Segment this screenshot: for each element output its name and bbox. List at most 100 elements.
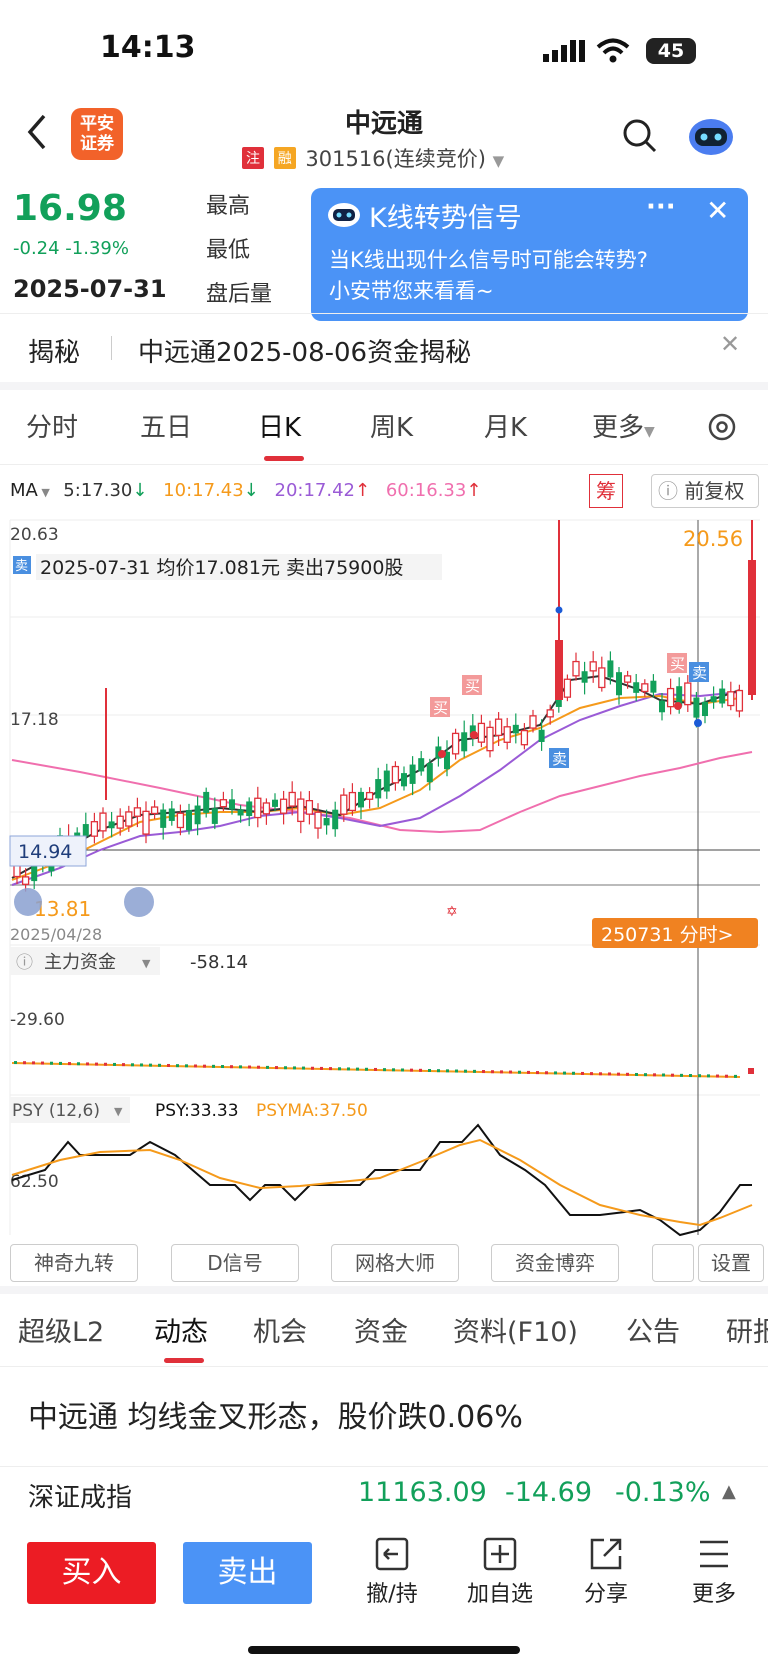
candle <box>520 729 529 746</box>
sell-button[interactable]: 卖出 <box>183 1542 312 1604</box>
divider <box>0 1286 768 1294</box>
index-bar[interactable]: 深证成指 11163.09 -14.69 -0.13% ▲ <box>0 1466 768 1523</box>
fund-dot <box>158 1063 161 1067</box>
label-high: 最高 <box>206 194 251 219</box>
tool-nine-turn[interactable]: 神奇九转 <box>10 1244 138 1282</box>
fund-dot <box>491 1070 494 1074</box>
fund-dot <box>581 1071 584 1075</box>
fund-dot <box>383 1068 386 1072</box>
candle <box>512 724 519 734</box>
kline-signal-popup[interactable]: K线转势信号 ··· ✕ 当K线出现什么信号时可能会转势? 小安带您来看看~ <box>311 188 748 321</box>
close-icon[interactable]: ✕ <box>720 330 740 358</box>
fund-reveal-banner[interactable]: 揭秘 中远通2025-08-06资金揭秘 ✕ <box>0 313 768 390</box>
candle <box>365 791 374 800</box>
tab-f10[interactable]: 资料(F10) <box>453 1310 578 1349</box>
tool-d-signal[interactable]: D信号 <box>171 1244 299 1282</box>
candle <box>142 810 150 835</box>
candle <box>503 726 511 743</box>
candle <box>633 682 640 693</box>
divider <box>111 336 112 360</box>
share-button[interactable]: 分享 <box>570 1536 642 1608</box>
candle <box>477 722 486 743</box>
candle-high <box>555 640 563 700</box>
fund-dot <box>653 1073 656 1077</box>
news-headline[interactable]: 中远通 均线金叉形态，股价跌0.06% <box>28 1392 523 1436</box>
candle <box>168 808 175 821</box>
menu-icon <box>700 1540 728 1568</box>
tab-daily-k[interactable]: 日K <box>258 407 301 444</box>
buy-dot <box>470 731 478 739</box>
candle <box>666 687 675 708</box>
wifi-icon <box>596 38 630 63</box>
tab-news[interactable]: 动态 <box>154 1310 208 1349</box>
fund-dot <box>176 1064 179 1068</box>
kline-chart[interactable]: 买 买 买 卖 卖 20.63 17.18 20.56 卖 2025-07-31… <box>0 465 768 1255</box>
search-icon[interactable] <box>622 118 658 154</box>
fund-dot <box>680 1073 683 1077</box>
high-price-label: 20.56 <box>683 527 743 551</box>
tab-five-day[interactable]: 五日 <box>140 407 192 444</box>
zoom-icon[interactable] <box>124 887 154 917</box>
tab-timeshare[interactable]: 分时 <box>26 407 78 444</box>
candle <box>693 697 700 718</box>
popup-title: K线转势信号 <box>369 203 522 234</box>
tool-fund-game[interactable]: 资金博弈 <box>491 1244 619 1282</box>
tool-hidden[interactable] <box>652 1244 694 1282</box>
fund-dot <box>185 1064 188 1068</box>
tab-more[interactable]: 更多▼ <box>592 407 655 444</box>
peak-marker <box>555 606 563 614</box>
fund-dot <box>635 1072 638 1076</box>
bottom-toolbar: 买入 卖出 撤/持 加自选 分享 更多 <box>0 1522 768 1665</box>
tab-fund[interactable]: 资金 <box>354 1310 408 1349</box>
buy-dot <box>674 702 682 710</box>
fund-dot <box>518 1070 521 1074</box>
share-icon <box>590 1538 622 1570</box>
candle <box>125 811 133 827</box>
sell-mark-label: 卖 <box>552 750 567 768</box>
fund-dot <box>374 1067 377 1071</box>
fund-dot <box>527 1070 530 1074</box>
fund-dot <box>347 1067 350 1071</box>
buy-mark-label: 买 <box>670 655 685 673</box>
fund-dot <box>698 1074 701 1078</box>
tab-weekly-k[interactable]: 周K <box>370 407 413 444</box>
candle <box>279 798 288 814</box>
info-icon: ⓘ <box>16 953 33 973</box>
add-watchlist-button[interactable]: 加自选 <box>460 1536 540 1608</box>
collapse-icon[interactable] <box>14 888 42 916</box>
tab-opportunity[interactable]: 机会 <box>253 1310 307 1349</box>
candle <box>186 809 192 831</box>
candle <box>659 700 665 713</box>
sell-mark-label: 卖 <box>692 664 707 682</box>
buy-button[interactable]: 买入 <box>27 1542 156 1604</box>
robot-assistant-icon[interactable] <box>686 113 736 157</box>
fund-dot <box>167 1063 170 1067</box>
candle <box>358 791 364 808</box>
more-icon[interactable]: ··· <box>646 192 676 222</box>
fund-dot <box>239 1065 242 1069</box>
stock-code-selector[interactable]: 注 融 301516(连续竞价) ▼ <box>242 143 504 171</box>
divider <box>0 1366 768 1367</box>
status-time: 14:13 <box>100 30 196 65</box>
more-button[interactable]: 更多 <box>678 1536 750 1608</box>
close-icon[interactable]: ✕ <box>706 194 729 227</box>
caret-up-icon[interactable]: ▲ <box>722 1481 736 1502</box>
psy-line <box>11 1123 752 1237</box>
candle <box>710 696 717 703</box>
cancel-hold-button[interactable]: 撤/持 <box>356 1536 428 1608</box>
fund-dot <box>644 1073 647 1077</box>
tool-settings[interactable]: 设置 <box>698 1244 764 1282</box>
tab-monthly-k[interactable]: 月K <box>484 407 527 444</box>
tab-announcement[interactable]: 公告 <box>626 1310 680 1349</box>
current-price: 16.98 <box>13 188 127 229</box>
gear-icon[interactable] <box>705 410 739 444</box>
candle <box>623 675 632 683</box>
candle <box>426 763 433 783</box>
tool-grid-master[interactable]: 网格大师 <box>331 1244 459 1282</box>
buy-mark-label: 买 <box>465 677 480 695</box>
candle <box>272 799 278 807</box>
candle <box>418 758 425 772</box>
tab-research[interactable]: 研报 <box>726 1310 768 1349</box>
fund-dot <box>455 1069 458 1073</box>
tab-l2[interactable]: 超级L2 <box>18 1310 104 1349</box>
